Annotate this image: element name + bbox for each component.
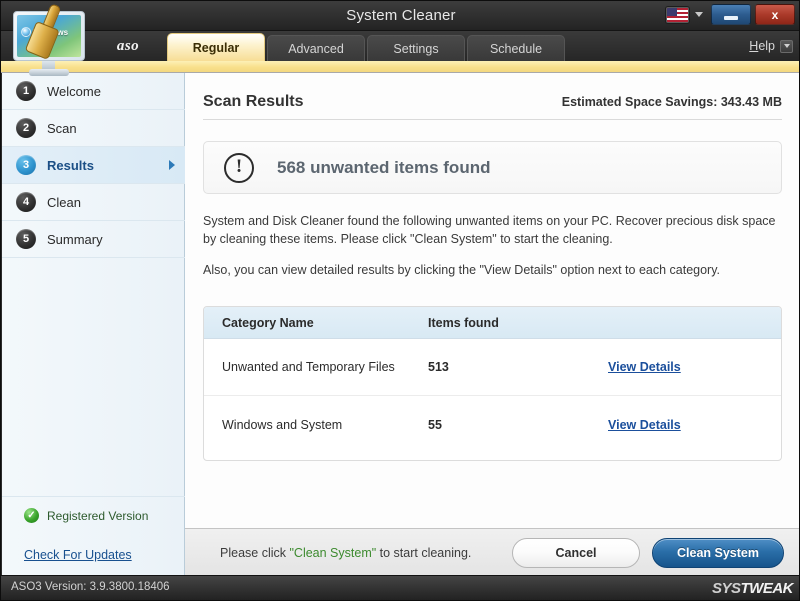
chevron-right-icon xyxy=(169,160,175,170)
table-header-row: Category Name Items found xyxy=(204,307,781,339)
results-summary-banner: ! 568 unwanted items found xyxy=(203,141,782,194)
content-header: Scan Results Estimated Space Savings: 34… xyxy=(185,73,800,119)
minimize-button[interactable] xyxy=(711,4,751,25)
tab-schedule[interactable]: Schedule xyxy=(467,35,565,61)
tab-list: aso Regular Advanced Settings Schedule xyxy=(89,31,567,61)
sidebar-item-label: Scan xyxy=(47,121,77,136)
table-row: Unwanted and Temporary Files 513 View De… xyxy=(204,339,781,396)
description-paragraph-1: System and Disk Cleaner found the follow… xyxy=(203,212,781,248)
view-details-link[interactable]: View Details xyxy=(608,418,681,432)
clean-system-button[interactable]: Clean System xyxy=(652,538,784,568)
aso-brand-logo: aso xyxy=(89,31,167,61)
main-content: Scan Results Estimated Space Savings: 34… xyxy=(185,73,800,528)
sidebar-item-summary[interactable]: 5 Summary xyxy=(2,221,185,258)
sidebar-footer: ✓ Registered Version Check For Updates xyxy=(2,496,185,576)
help-label[interactable]: Help xyxy=(749,39,775,53)
app-logo-icon: Windows xyxy=(7,7,93,81)
cell-items-found: 55 xyxy=(428,418,608,432)
check-updates-row[interactable]: Check For Updates xyxy=(2,534,185,576)
sidebar-item-scan[interactable]: 2 Scan xyxy=(2,110,185,147)
help-rest: elp xyxy=(758,39,775,53)
gold-accent-bar xyxy=(1,61,800,73)
step-number-badge: 3 xyxy=(16,155,36,175)
sidebar-item-label: Welcome xyxy=(47,84,101,99)
items-found-text: 568 unwanted items found xyxy=(277,158,490,178)
systweak-logo: SYSTWEAK xyxy=(712,579,793,598)
cell-items-found: 513 xyxy=(428,360,608,374)
step-number-badge: 1 xyxy=(16,81,36,101)
check-circle-icon: ✓ xyxy=(24,508,39,523)
check-updates-link[interactable]: Check For Updates xyxy=(24,548,132,562)
description-paragraph-2: Also, you can view detailed results by c… xyxy=(203,261,781,279)
registration-label: Registered Version xyxy=(47,509,148,523)
cancel-button[interactable]: Cancel xyxy=(512,538,640,568)
tab-regular[interactable]: Regular xyxy=(167,33,265,61)
header-divider xyxy=(203,119,782,120)
view-details-link[interactable]: View Details xyxy=(608,360,681,374)
application-window: System Cleaner x aso Regular Advanced Se… xyxy=(0,0,800,601)
tab-bar: aso Regular Advanced Settings Schedule H… xyxy=(1,31,800,61)
close-button[interactable]: x xyxy=(755,4,795,25)
monitor-foot xyxy=(29,69,69,76)
table-row: Windows and System 55 View Details xyxy=(204,396,781,453)
results-table: Category Name Items found Unwanted and T… xyxy=(203,306,782,461)
tab-advanced[interactable]: Advanced xyxy=(267,35,365,61)
chevron-down-icon xyxy=(784,44,790,48)
action-hint-text: Please click "Clean System" to start cle… xyxy=(220,546,471,560)
version-label: ASO3 Version: 3.9.3800.18406 xyxy=(11,581,170,593)
hint-after: to start cleaning. xyxy=(376,546,471,560)
sidebar: 1 Welcome 2 Scan 3 Results 4 Clean 5 Sum… xyxy=(2,73,185,576)
help-accelerator: H xyxy=(749,39,758,53)
column-header-items: Items found xyxy=(428,316,608,330)
us-flag-icon[interactable] xyxy=(666,7,689,23)
hint-before: Please click xyxy=(220,546,289,560)
minimize-glyph xyxy=(724,16,738,20)
chevron-down-icon[interactable] xyxy=(695,12,703,17)
help-dropdown-button[interactable] xyxy=(780,40,793,53)
sidebar-item-clean[interactable]: 4 Clean xyxy=(2,184,185,221)
action-bar: Please click "Clean System" to start cle… xyxy=(185,528,800,576)
step-number-badge: 4 xyxy=(16,192,36,212)
registration-status: ✓ Registered Version xyxy=(2,496,185,534)
step-number-badge: 5 xyxy=(16,229,36,249)
help-menu[interactable]: Help xyxy=(749,31,793,61)
sidebar-step-list: 1 Welcome 2 Scan 3 Results 4 Clean 5 Sum… xyxy=(2,73,185,258)
title-bar: System Cleaner x xyxy=(1,1,800,31)
tab-settings[interactable]: Settings xyxy=(367,35,465,61)
column-header-category: Category Name xyxy=(204,316,428,330)
estimated-space-savings: Estimated Space Savings: 343.43 MB xyxy=(562,95,782,109)
brand-sys: SYS xyxy=(712,580,741,597)
sidebar-item-label: Summary xyxy=(47,232,103,247)
hint-highlight: "Clean System" xyxy=(289,546,376,560)
step-number-badge: 2 xyxy=(16,118,36,138)
window-controls: x xyxy=(666,4,795,25)
page-title: Scan Results xyxy=(203,93,303,111)
sidebar-item-label: Results xyxy=(47,158,94,173)
brand-tweak: TWEAK xyxy=(741,580,794,597)
flag-canton xyxy=(667,8,677,16)
cell-category: Unwanted and Temporary Files xyxy=(204,360,428,374)
exclamation-circle-icon: ! xyxy=(224,153,254,183)
sidebar-item-label: Clean xyxy=(47,195,81,210)
status-bar: ASO3 Version: 3.9.3800.18406 SYSTWEAK xyxy=(1,575,800,600)
cell-category: Windows and System xyxy=(204,418,428,432)
button-group: Cancel Clean System xyxy=(512,538,784,568)
sidebar-item-results[interactable]: 3 Results xyxy=(2,147,185,184)
